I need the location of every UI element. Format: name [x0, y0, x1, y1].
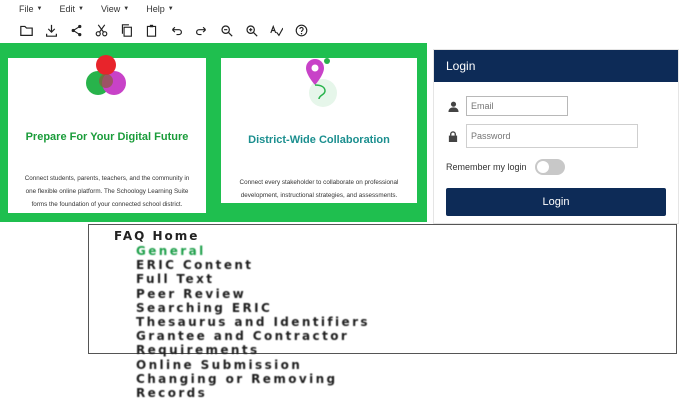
caret-down-icon: ▼ — [77, 6, 84, 12]
faq-heading: FAQ Home — [114, 229, 200, 243]
password-input[interactable] — [466, 124, 638, 148]
share-icon[interactable] — [69, 23, 83, 37]
faq-item-changing-removing[interactable]: Changing or Removing — [136, 372, 370, 386]
cut-icon[interactable] — [94, 23, 108, 37]
login-panel: Login Remember my login Login — [433, 49, 679, 224]
email-field-row — [446, 94, 666, 118]
map-pin-icon — [306, 58, 337, 107]
feature-band: Prepare For Your Digital Future Connect … — [0, 43, 427, 222]
toggle-knob — [536, 161, 549, 173]
faq-item-thesaurus[interactable]: Thesaurus and Identifiers — [136, 315, 370, 329]
user-icon — [446, 99, 460, 113]
card-description: Connect students, parents, teachers, and… — [24, 175, 190, 208]
paste-icon[interactable] — [144, 23, 158, 37]
menu-edit[interactable]: Edit ▼ — [59, 4, 90, 14]
card-title: District-Wide Collaboration — [248, 134, 390, 146]
remember-login-toggle[interactable] — [534, 159, 565, 175]
lock-icon — [446, 129, 460, 143]
caret-down-icon: ▼ — [167, 6, 174, 12]
help-icon[interactable] — [294, 23, 308, 37]
caret-down-icon: ▼ — [36, 6, 43, 12]
faq-item-grantee-contractor[interactable]: Grantee and Contractor — [136, 329, 370, 343]
faq-list: General ERIC Content Full Text Peer Revi… — [136, 244, 370, 400]
faq-item-requirements[interactable]: Requirements — [136, 343, 370, 357]
copy-icon[interactable] — [119, 23, 133, 37]
faq-item-eric-content[interactable]: ERIC Content — [136, 258, 370, 272]
undo-icon[interactable] — [169, 23, 183, 37]
zoom-out-icon[interactable] — [219, 23, 233, 37]
redo-icon[interactable] — [194, 23, 208, 37]
faq-item-records[interactable]: Records — [136, 386, 370, 400]
menu-view[interactable]: View ▼ — [101, 4, 136, 14]
menu-bar: File ▼ Edit ▼ View ▼ Help ▼ — [0, 0, 700, 18]
folder-icon[interactable] — [19, 23, 33, 37]
faq-item-full-text[interactable]: Full Text — [136, 272, 370, 286]
caret-down-icon: ▼ — [123, 6, 130, 12]
toolbar — [0, 18, 700, 42]
menu-file[interactable]: File ▼ — [19, 4, 49, 14]
feature-card-collaboration: District-Wide Collaboration Connect ever… — [221, 58, 417, 203]
faq-item-searching-eric[interactable]: Searching ERIC — [136, 301, 370, 315]
people-illustration-icon — [86, 55, 126, 95]
card-description: Connect every stakeholder to collaborate… — [239, 179, 399, 199]
card-title: Prepare For Your Digital Future — [25, 131, 189, 143]
login-header: Login — [434, 50, 678, 82]
password-field-row — [446, 124, 666, 148]
faq-item-general[interactable]: General — [136, 244, 370, 258]
zoom-in-icon[interactable] — [244, 23, 258, 37]
remember-login-row: Remember my login — [446, 159, 565, 175]
faq-item-online-submission[interactable]: Online Submission — [136, 358, 370, 372]
login-button[interactable]: Login — [446, 188, 666, 216]
email-input[interactable] — [466, 96, 568, 116]
spell-check-icon[interactable] — [269, 23, 283, 37]
download-icon[interactable] — [44, 23, 58, 37]
feature-card-digital-future: Prepare For Your Digital Future Connect … — [8, 55, 206, 213]
remember-login-label: Remember my login — [446, 162, 527, 172]
faq-item-peer-review[interactable]: Peer Review — [136, 287, 370, 301]
menu-help[interactable]: Help ▼ — [146, 4, 180, 14]
